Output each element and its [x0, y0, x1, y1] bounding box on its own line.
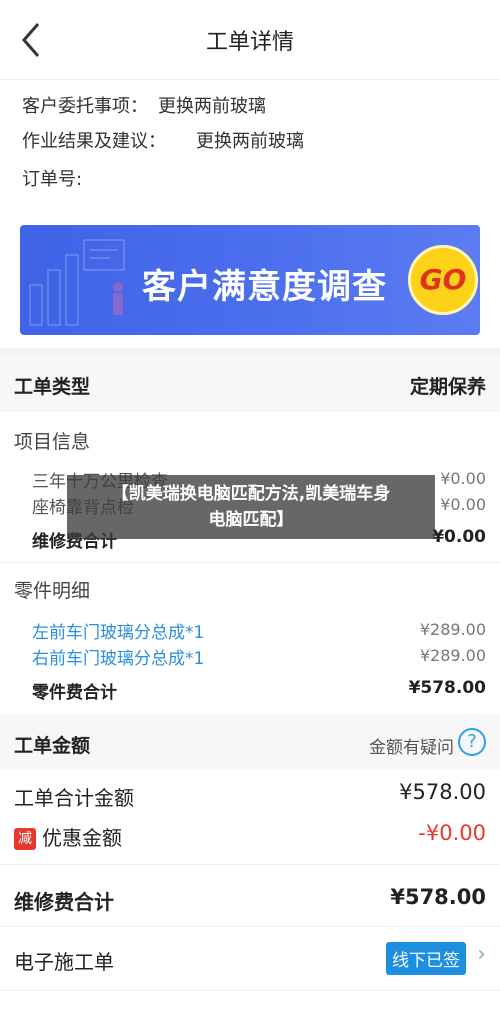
order-number-row: 订单号:: [22, 165, 82, 191]
entrust-label: 客户委托事项：: [22, 96, 148, 117]
project-info-title: 项目信息: [14, 431, 91, 453]
project-total-value: ¥0.00: [432, 527, 486, 547]
signed-offline-badge[interactable]: 线下已签: [386, 942, 466, 975]
discount-label: 优惠金额: [42, 826, 122, 850]
amount-help-link[interactable]: 金额有疑问: [369, 733, 454, 758]
parts-total-label: 零件费合计: [32, 683, 117, 703]
banner-illustration: [29, 239, 125, 326]
project-item-price: ¥0.00: [440, 469, 486, 488]
page-title: 工单详情: [205, 30, 294, 55]
project-item-price: ¥0.00: [440, 495, 486, 514]
banner-text: 客户满意度调查: [142, 267, 387, 307]
overlay-line: 电脑匹配】: [208, 510, 294, 530]
divider: [0, 990, 500, 991]
chevron-right-icon[interactable]: ›: [477, 942, 486, 967]
part-item-link[interactable]: 左前车门玻璃分总成*1: [32, 618, 204, 643]
amount-header-row: 工单金额 金额有疑问 ?: [0, 714, 500, 770]
article-title-overlay: 【凯美瑞换电脑匹配方法,凯美瑞车身 电脑匹配】: [67, 475, 435, 539]
repair-total-label: 维修费合计: [14, 890, 114, 914]
go-label: GO: [419, 263, 467, 296]
question-icon[interactable]: ?: [458, 728, 486, 756]
parts-total-value: ¥578.00: [408, 678, 486, 698]
result-label: 作业结果及建议：: [22, 131, 166, 152]
survey-banner[interactable]: 客户满意度调查 GO: [20, 225, 480, 335]
divider: [0, 926, 500, 927]
result-row: 作业结果及建议： 更换两前玻璃: [22, 127, 304, 153]
discount-value: -¥0.00: [418, 821, 486, 845]
e-order-label: 电子施工单: [14, 950, 114, 974]
entrust-value: 更换两前玻璃: [158, 96, 266, 117]
discount-badge-icon: 减: [14, 828, 36, 850]
divider: [0, 864, 500, 865]
order-type-value: 定期保养: [409, 376, 486, 398]
repair-total-value: ¥578.00: [390, 885, 486, 909]
order-number-label: 订单号:: [22, 169, 83, 190]
nav-bar: 工单详情: [0, 0, 500, 80]
part-item-link[interactable]: 右前车门玻璃分总成*1: [32, 644, 204, 669]
order-type-label: 工单类型: [14, 376, 91, 398]
divider: [0, 562, 500, 563]
result-value: 更换两前玻璃: [196, 131, 304, 152]
parts-title: 零件明细: [14, 580, 91, 602]
part-item-price: ¥289.00: [419, 620, 486, 639]
amount-title: 工单金额: [14, 735, 91, 757]
section-gap: [0, 348, 500, 356]
discount-row: 减优惠金额: [14, 822, 122, 851]
order-type-row: 工单类型 定期保养: [0, 356, 500, 412]
go-button[interactable]: GO: [408, 245, 478, 315]
order-total-value: ¥578.00: [399, 780, 486, 804]
order-total-label: 工单合计金额: [14, 786, 134, 810]
overlay-line: 【凯美瑞换电脑匹配方法,凯美瑞车身: [111, 484, 391, 504]
entrust-row: 客户委托事项： 更换两前玻璃: [22, 92, 266, 118]
part-item-price: ¥289.00: [419, 646, 486, 665]
